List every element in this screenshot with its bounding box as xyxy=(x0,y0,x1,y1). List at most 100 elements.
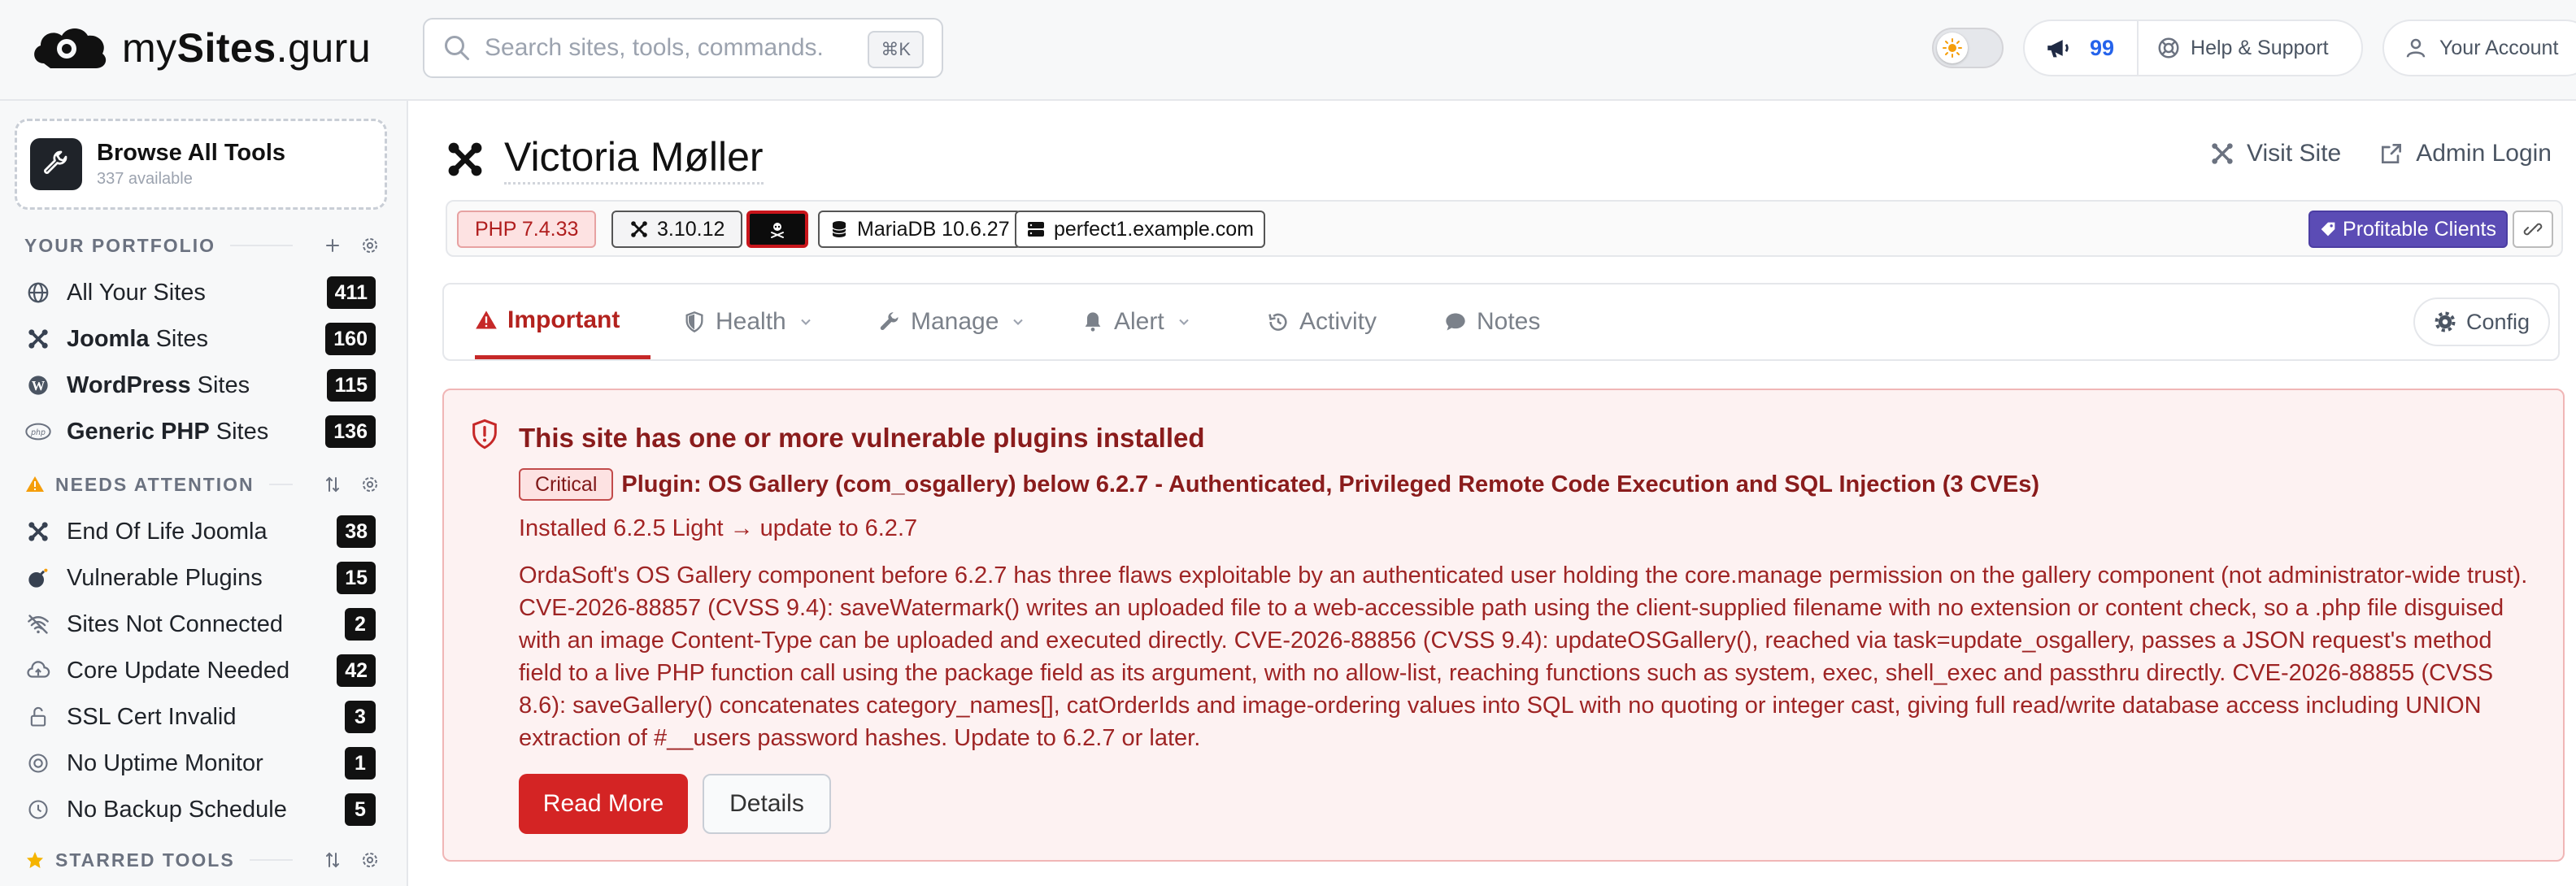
count-badge: 2 xyxy=(345,608,376,641)
joomla-icon xyxy=(2212,143,2233,164)
joomla-version-chip[interactable]: 3.10.12 xyxy=(611,211,743,248)
link-tags-button[interactable] xyxy=(2513,211,2553,248)
visit-site-link[interactable]: Visit Site xyxy=(2209,140,2341,167)
sidebar-item-label: Vulnerable Plugins xyxy=(67,564,263,591)
joomla-version-label: 3.10.12 xyxy=(657,217,725,241)
add-icon[interactable] xyxy=(320,233,345,258)
shield-alert-icon xyxy=(472,419,497,450)
sidebar-item-bold: Joomla xyxy=(67,325,150,352)
tab-label: Important xyxy=(507,306,620,333)
gear-icon[interactable] xyxy=(358,233,382,258)
sidebar-item-label: SSL Cert Invalid xyxy=(67,703,237,730)
joomla-icon xyxy=(24,518,52,545)
sidebar-item-vulnerable-plugins[interactable]: Vulnerable Plugins 15 xyxy=(24,558,376,597)
config-label: Config xyxy=(2465,309,2530,334)
shield-icon xyxy=(685,311,703,332)
tab-alert[interactable]: Alert xyxy=(1081,284,1192,359)
php-version-chip[interactable]: PHP 7.4.33 xyxy=(457,211,597,248)
count-badge: 3 xyxy=(345,701,376,733)
sidebar-item-eol-joomla[interactable]: End Of Life Joomla 38 xyxy=(24,512,376,551)
count-badge: 1 xyxy=(345,747,376,780)
header-actions-group: 99 Help & Support xyxy=(2023,20,2363,76)
sidebar-item-label: Sites Not Connected xyxy=(67,610,283,637)
tab-important[interactable]: Important xyxy=(475,284,651,359)
search-shortcut-hint: ⌘K xyxy=(868,31,924,68)
sun-icon xyxy=(1937,33,1968,63)
search-icon xyxy=(445,36,469,60)
logo[interactable]: mySites.guru xyxy=(28,21,371,75)
sidebar-item-wordpress-sites[interactable]: W WordPress Sites 115 xyxy=(24,366,376,405)
lifebuoy-icon xyxy=(2158,37,2179,59)
client-tag-chip[interactable]: Profitable Clients xyxy=(2308,211,2508,248)
tab-notes[interactable]: Notes xyxy=(1444,284,1540,359)
sidebar-item-ssl-invalid[interactable]: SSL Cert Invalid 3 xyxy=(24,697,376,736)
target-icon xyxy=(24,749,52,777)
sidebar-item-generic-php-sites[interactable]: php Generic PHP Sites 136 xyxy=(24,412,376,451)
site-chips-bar: PHP 7.4.33 3.10.12 MariaDB 10.6.27 perfe… xyxy=(446,200,2563,257)
details-button[interactable]: Details xyxy=(703,774,831,834)
svg-text:php: php xyxy=(30,428,46,437)
unlock-icon xyxy=(24,703,52,731)
sidebar-item-all-sites[interactable]: All Your Sites 411 xyxy=(24,273,376,312)
gear-icon[interactable] xyxy=(358,848,382,872)
database-icon xyxy=(832,221,846,237)
notifications-button[interactable]: 99 xyxy=(2025,21,2139,75)
external-link-icon xyxy=(2382,144,2402,163)
sort-icon[interactable] xyxy=(320,472,345,497)
visit-site-label: Visit Site xyxy=(2247,140,2342,167)
gear-icon[interactable] xyxy=(358,472,382,497)
read-more-button[interactable]: Read More xyxy=(519,774,688,834)
site-header-actions: Visit Site Admin Login xyxy=(2209,140,2552,167)
config-button[interactable]: Config xyxy=(2413,298,2550,346)
site-name[interactable]: Victoria Møller xyxy=(504,133,764,185)
joomla-icon xyxy=(631,221,647,237)
theme-toggle[interactable] xyxy=(1932,28,2004,68)
sidebar-item-label: End Of Life Joomla xyxy=(67,518,268,545)
sidebar-item-bold: WordPress xyxy=(67,371,191,398)
search-box[interactable]: ⌘K xyxy=(423,18,943,78)
sidebar-item-label: No Uptime Monitor xyxy=(67,749,263,776)
sidebar-item-not-connected[interactable]: Sites Not Connected 2 xyxy=(24,605,376,644)
attention-section-header: NEEDS ATTENTION xyxy=(24,470,382,499)
database-chip[interactable]: MariaDB 10.6.27 xyxy=(818,211,1021,248)
account-button[interactable]: Your Account xyxy=(2382,20,2576,76)
skull-crossbones-icon xyxy=(771,223,784,238)
help-support-button[interactable]: Help & Support xyxy=(2139,36,2329,60)
sidebar-item-label: All Your Sites xyxy=(67,279,206,306)
tab-activity[interactable]: Activity xyxy=(1267,284,1377,359)
end-of-life-chip[interactable] xyxy=(746,211,808,248)
logo-cloud-icon xyxy=(34,28,107,68)
host-label: perfect1.example.com xyxy=(1054,217,1254,241)
notifications-count: 99 xyxy=(2090,35,2115,60)
user-icon xyxy=(2406,38,2426,58)
severity-badge: Critical xyxy=(519,468,614,501)
sidebar-item-no-backup[interactable]: No Backup Schedule 5 xyxy=(24,790,376,829)
joomla-icon xyxy=(24,325,52,353)
tab-manage[interactable]: Manage xyxy=(878,284,1026,359)
sort-icon[interactable] xyxy=(320,848,345,872)
browse-all-tools-button[interactable]: Browse All Tools 337 available xyxy=(15,119,387,210)
site-tabs: Important Health Manage Alert Activity N… xyxy=(442,283,2560,361)
sidebar: Browse All Tools 337 available YOUR PORT… xyxy=(0,101,408,886)
chevron-down-icon xyxy=(1013,319,1024,325)
tab-label: Manage xyxy=(911,308,999,335)
chevron-down-icon xyxy=(800,319,811,325)
search-input[interactable] xyxy=(485,34,859,62)
tab-label: Health xyxy=(716,308,786,335)
portfolio-heading: YOUR PORTFOLIO xyxy=(24,234,215,256)
starred-heading: STARRED TOOLS xyxy=(55,849,235,871)
tab-health[interactable]: Health xyxy=(683,284,814,359)
history-icon xyxy=(1268,313,1287,331)
cloud-upload-icon xyxy=(24,657,52,684)
host-chip[interactable]: perfect1.example.com xyxy=(1015,211,1265,248)
tab-label: Notes xyxy=(1477,308,1541,335)
sidebar-item-core-update[interactable]: Core Update Needed 42 xyxy=(24,651,376,690)
sidebar-item-no-uptime[interactable]: No Uptime Monitor 1 xyxy=(24,744,376,783)
tab-label: Alert xyxy=(1114,308,1164,335)
attention-heading: NEEDS ATTENTION xyxy=(55,473,255,495)
account-label: Your Account xyxy=(2439,36,2559,59)
count-badge: 5 xyxy=(345,793,376,826)
sidebar-item-joomla-sites[interactable]: Joomla Sites 160 xyxy=(24,319,376,358)
svg-text:W: W xyxy=(32,378,46,393)
admin-login-link[interactable]: Admin Login xyxy=(2378,140,2552,167)
